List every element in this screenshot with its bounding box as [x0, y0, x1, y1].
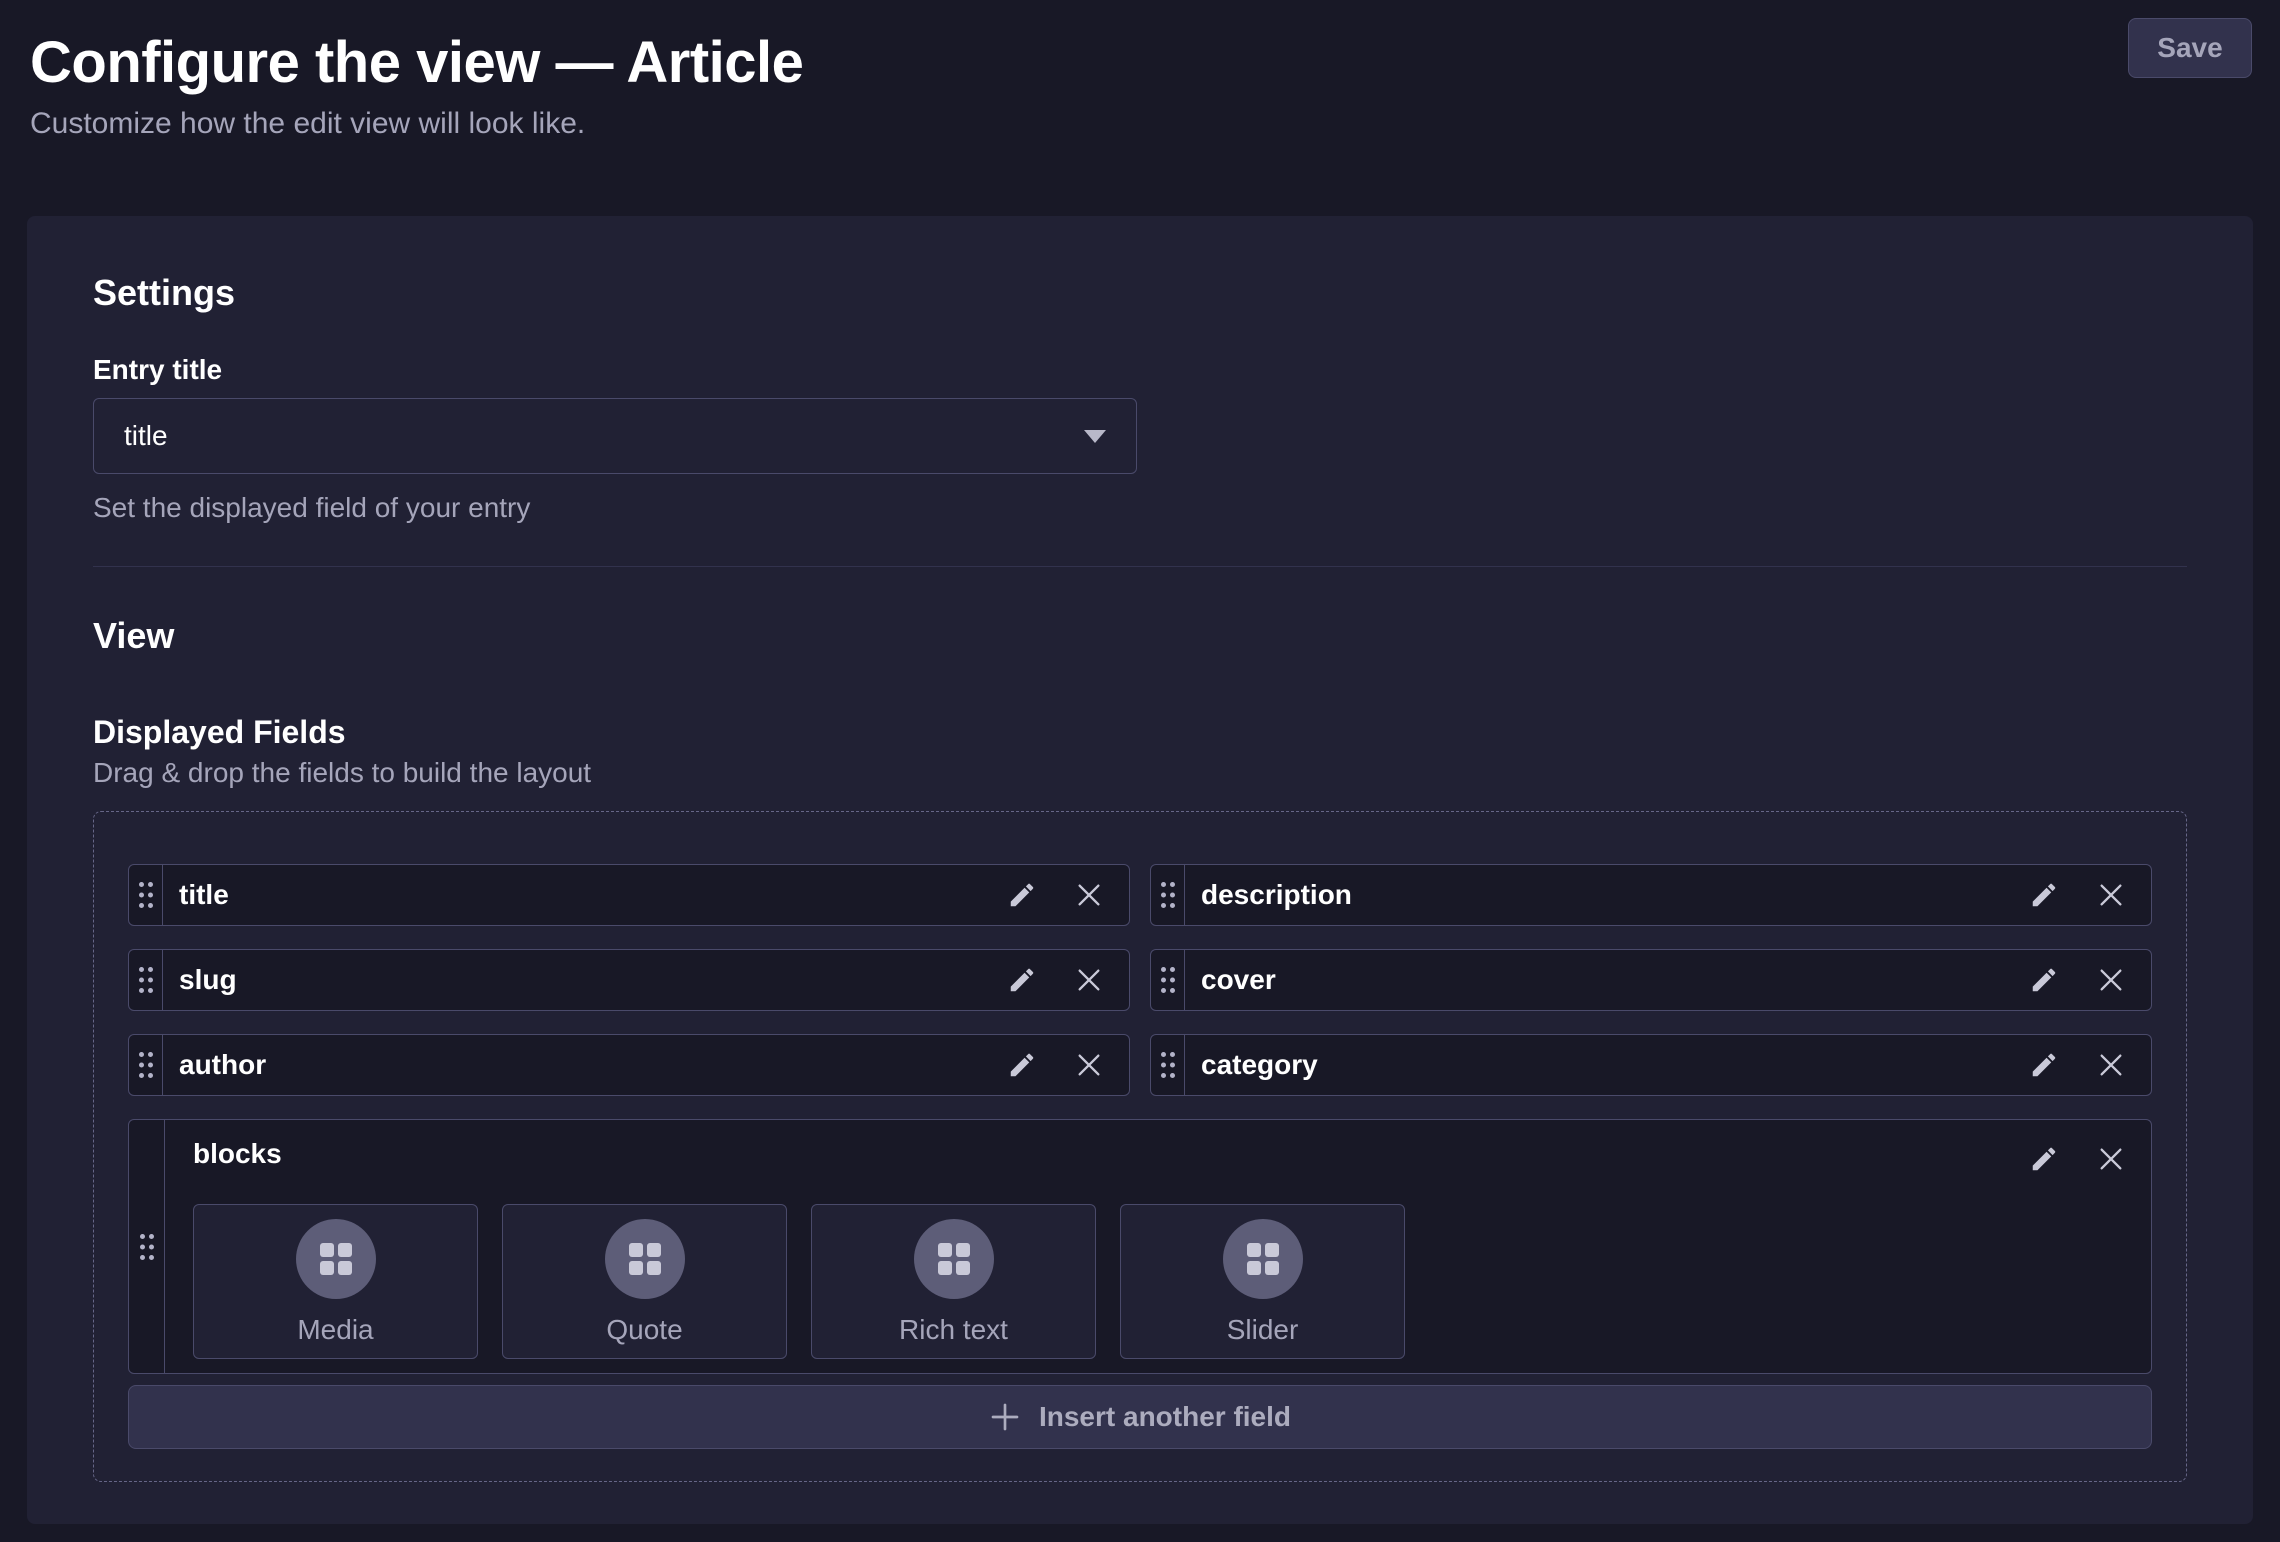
- drag-handle-icon[interactable]: [129, 865, 163, 925]
- settings-heading: Settings: [93, 272, 2187, 314]
- field-card-actions: [1007, 950, 1129, 1010]
- field-card-actions: [1007, 1035, 1129, 1095]
- plus-icon: [989, 1401, 1021, 1433]
- chevron-down-icon: [1084, 430, 1106, 443]
- remove-field-button[interactable]: [1075, 1051, 1103, 1079]
- drag-handle-icon[interactable]: [129, 1120, 165, 1373]
- edit-field-button[interactable]: [1007, 880, 1037, 910]
- page-title: Configure the view — Article: [30, 28, 2252, 98]
- field-card-blocks[interactable]: blocks Media Quote: [128, 1119, 2152, 1374]
- field-card-category[interactable]: category: [1150, 1034, 2152, 1096]
- component-label: Rich text: [899, 1315, 1008, 1345]
- field-card-label: slug: [163, 950, 1007, 1010]
- section-divider: [93, 566, 2187, 567]
- field-card-title[interactable]: title: [128, 864, 1130, 926]
- blocks-body: blocks Media Quote: [165, 1120, 2151, 1373]
- edit-field-button[interactable]: [2029, 1144, 2059, 1174]
- edit-field-button[interactable]: [2029, 880, 2059, 910]
- remove-field-button[interactable]: [2097, 1145, 2125, 1173]
- drag-handle-icon[interactable]: [129, 1035, 163, 1095]
- components-row: Media Quote Rich text: [193, 1204, 2125, 1359]
- page-header: Configure the view — Article Customize h…: [0, 0, 2280, 142]
- component-label: Quote: [606, 1315, 682, 1345]
- remove-field-button[interactable]: [2097, 1051, 2125, 1079]
- field-card-actions: [2029, 1035, 2151, 1095]
- view-heading: View: [93, 615, 2187, 657]
- drag-handle-icon[interactable]: [1151, 865, 1185, 925]
- field-card-label: blocks: [193, 1138, 2125, 1170]
- configure-view-panel: Settings Entry title title Set the displ…: [27, 216, 2253, 1524]
- field-card-label: title: [163, 865, 1007, 925]
- drag-handle-icon[interactable]: [1151, 950, 1185, 1010]
- entry-title-select[interactable]: title: [93, 398, 1137, 474]
- field-card-author[interactable]: author: [128, 1034, 1130, 1096]
- insert-another-field-label: Insert another field: [1039, 1401, 1291, 1433]
- grid-2x2-icon: [914, 1219, 994, 1299]
- displayed-fields-hint: Drag & drop the fields to build the layo…: [93, 757, 2187, 789]
- component-card-slider[interactable]: Slider: [1120, 1204, 1405, 1359]
- field-card-actions: [1007, 865, 1129, 925]
- drag-handle-icon[interactable]: [129, 950, 163, 1010]
- entry-title-label: Entry title: [93, 354, 2187, 386]
- component-label: Media: [297, 1315, 373, 1345]
- insert-another-field-button[interactable]: Insert another field: [128, 1385, 2152, 1449]
- field-card-cover[interactable]: cover: [1150, 949, 2152, 1011]
- grid-2x2-icon: [1223, 1219, 1303, 1299]
- field-card-actions: [2029, 865, 2151, 925]
- remove-field-button[interactable]: [1075, 881, 1103, 909]
- field-card-label: category: [1185, 1035, 2029, 1095]
- remove-field-button[interactable]: [2097, 881, 2125, 909]
- displayed-fields-label: Displayed Fields: [93, 713, 2187, 751]
- fields-dropzone: title description: [93, 811, 2187, 1482]
- remove-field-button[interactable]: [2097, 966, 2125, 994]
- component-label: Slider: [1227, 1315, 1299, 1345]
- field-card-actions: [2029, 1144, 2125, 1174]
- edit-field-button[interactable]: [2029, 965, 2059, 995]
- entry-title-hint: Set the displayed field of your entry: [93, 492, 2187, 524]
- fields-grid: title description: [128, 864, 2152, 1374]
- component-card-media[interactable]: Media: [193, 1204, 478, 1359]
- remove-field-button[interactable]: [1075, 966, 1103, 994]
- component-card-quote[interactable]: Quote: [502, 1204, 787, 1359]
- field-card-label: author: [163, 1035, 1007, 1095]
- page-subtitle: Customize how the edit view will look li…: [30, 106, 2252, 142]
- entry-title-select-value: title: [124, 420, 1084, 452]
- drag-handle-icon[interactable]: [1151, 1035, 1185, 1095]
- edit-field-button[interactable]: [2029, 1050, 2059, 1080]
- component-card-rich-text[interactable]: Rich text: [811, 1204, 1096, 1359]
- edit-field-button[interactable]: [1007, 1050, 1037, 1080]
- field-card-description[interactable]: description: [1150, 864, 2152, 926]
- edit-field-button[interactable]: [1007, 965, 1037, 995]
- grid-2x2-icon: [296, 1219, 376, 1299]
- grid-2x2-icon: [605, 1219, 685, 1299]
- field-card-label: cover: [1185, 950, 2029, 1010]
- field-card-actions: [2029, 950, 2151, 1010]
- field-card-label: description: [1185, 865, 2029, 925]
- field-card-slug[interactable]: slug: [128, 949, 1130, 1011]
- save-button[interactable]: Save: [2128, 18, 2252, 78]
